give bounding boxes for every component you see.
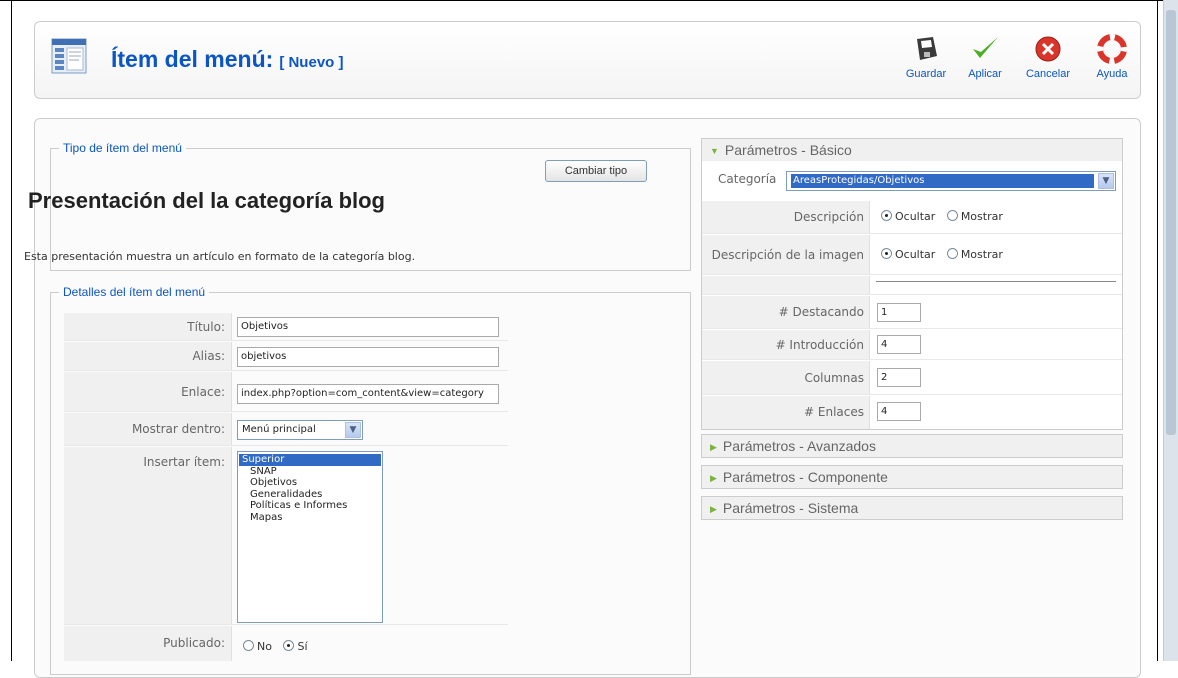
published-radio-group: No Sí <box>243 640 316 653</box>
params-basic-title: Parámetros - Básico <box>724 142 852 158</box>
page-title: Ítem del menú: [ Nuevo ] <box>111 46 343 73</box>
list-item[interactable]: Objetivos <box>238 477 382 489</box>
triangle-down-icon: ▼ <box>710 146 719 156</box>
save-icon <box>896 34 956 64</box>
change-type-button[interactable]: Cambiar tipo <box>545 160 647 182</box>
menu-type-legend: Tipo de ítem del menú <box>63 141 182 155</box>
triangle-right-icon: ▶ <box>710 504 717 514</box>
leading-input[interactable]: 1 <box>877 303 921 322</box>
alias-row: Alias: objetivos <box>64 342 508 371</box>
description-show-label: Mostrar <box>960 210 1003 223</box>
links-input[interactable]: 4 <box>877 402 921 421</box>
title-row: Título: Objetivos <box>64 313 508 341</box>
description-hide-label: Ocultar <box>895 210 936 223</box>
params-advanced-title: Parámetros - Avanzados <box>722 438 876 454</box>
leading-label: # Destacando <box>702 296 870 328</box>
details-legend: Detalles del ítem del menú <box>63 285 206 299</box>
params-advanced-header[interactable]: ▶ Parámetros - Avanzados <box>701 434 1123 458</box>
spacer-row <box>702 276 1122 295</box>
list-item[interactable]: Superior <box>239 454 381 466</box>
desc-image-radio-group: Ocultar Mostrar <box>881 248 1011 261</box>
published-yes-radio[interactable] <box>283 640 295 651</box>
help-lifebuoy-icon <box>1082 34 1142 64</box>
list-item[interactable]: SNAP <box>238 466 382 478</box>
menu-item-icon <box>51 38 87 74</box>
alias-label: Alias: <box>64 342 232 370</box>
display-in-select[interactable]: Menú principal ▼ <box>237 420 363 440</box>
apply-button[interactable]: Aplicar <box>955 34 1015 80</box>
columns-label: Columnas <box>702 361 870 394</box>
category-value: AreasProtegidas/Objetivos <box>791 174 1094 188</box>
description-radio-group: Ocultar Mostrar <box>881 210 1011 223</box>
published-no-radio[interactable] <box>243 640 254 651</box>
chevron-down-icon[interactable]: ▼ <box>345 422 361 438</box>
window-frame-right <box>1157 0 1158 661</box>
display-in-row: Mostrar dentro: Menú principal ▼ <box>64 413 508 446</box>
display-in-value: Menú principal <box>242 424 316 435</box>
cancel-button[interactable]: Cancelar <box>1018 34 1078 80</box>
divider <box>876 281 1116 282</box>
list-item[interactable]: Mapas <box>238 512 382 524</box>
link-input[interactable]: index.php?option=com_content&view=catego… <box>237 384 499 404</box>
window-frame-top <box>0 0 1178 1</box>
desc-image-label: Descripción de la imagen <box>702 235 870 274</box>
params-system-title: Parámetros - Sistema <box>722 500 859 516</box>
toolbar: Ítem del menú:[ Nuevo ] Guardar Aplicar … <box>34 21 1141 99</box>
columns-row: Columnas 2 <box>702 361 1122 395</box>
desc-image-hide-label: Ocultar <box>895 248 936 261</box>
window-frame-left <box>11 0 12 661</box>
cancel-icon <box>1018 34 1078 64</box>
params-basic-header[interactable]: ▼ Parámetros - Básico <box>701 138 1123 162</box>
category-row: Categoría AreasProtegidas/Objetivos ▼ <box>702 161 1122 200</box>
description-hide-radio[interactable] <box>881 210 892 221</box>
spacer-label <box>702 276 870 294</box>
published-label: Publicado: <box>64 626 232 661</box>
parent-listbox[interactable]: Superior SNAP Objetivos Generalidades Po… <box>237 451 383 623</box>
page-title-status: [ Nuevo ] <box>279 54 344 71</box>
description-label: Descripción <box>702 201 870 233</box>
page-title-text: Ítem del menú: <box>111 46 274 72</box>
parent-label: Insertar ítem: <box>64 447 232 624</box>
columns-input[interactable]: 2 <box>877 368 921 387</box>
published-no-label: No <box>257 640 272 653</box>
layout-title: Presentación del la categoría blog <box>28 188 385 213</box>
list-item[interactable]: Generalidades <box>238 489 382 501</box>
title-input[interactable]: Objetivos <box>237 317 499 337</box>
published-yes-label: Sí <box>297 640 308 653</box>
cancel-label: Cancelar <box>1025 68 1071 80</box>
params-component-header[interactable]: ▶ Parámetros - Componente <box>701 465 1123 489</box>
save-label: Guardar <box>905 68 947 80</box>
description-show-radio[interactable] <box>946 210 958 221</box>
params-component-title: Parámetros - Componente <box>722 469 888 485</box>
params-system-header[interactable]: ▶ Parámetros - Sistema <box>701 496 1123 520</box>
apply-check-icon <box>955 34 1015 64</box>
alias-input[interactable]: objetivos <box>237 347 499 367</box>
layout-description: Esta presentación muestra un artículo en… <box>24 250 416 263</box>
desc-image-show-radio[interactable] <box>946 248 958 259</box>
display-in-label: Mostrar dentro: <box>64 413 232 445</box>
triangle-right-icon: ▶ <box>710 442 717 452</box>
scrollbar-thumb[interactable] <box>1166 10 1176 435</box>
link-row: Enlace: index.php?option=com_content&vie… <box>64 372 508 412</box>
leading-row: # Destacando 1 <box>702 296 1122 329</box>
title-label: Título: <box>64 313 232 340</box>
link-label: Enlace: <box>64 372 232 411</box>
save-button[interactable]: Guardar <box>896 34 956 80</box>
intro-row: # Introducción 4 <box>702 330 1122 360</box>
list-item[interactable]: Políticas e Informes <box>238 500 382 512</box>
desc-image-show-label: Mostrar <box>960 248 1003 261</box>
links-row: # Enlaces 4 <box>702 396 1122 429</box>
category-label: Categoría <box>718 172 777 186</box>
triangle-right-icon: ▶ <box>710 473 717 483</box>
apply-label: Aplicar <box>968 68 1002 80</box>
help-button[interactable]: Ayuda <box>1082 34 1142 80</box>
intro-label: # Introducción <box>702 330 870 359</box>
help-label: Ayuda <box>1096 68 1128 80</box>
desc-image-hide-radio[interactable] <box>881 248 892 259</box>
links-label: # Enlaces <box>702 396 870 429</box>
intro-input[interactable]: 4 <box>877 335 921 354</box>
category-select[interactable]: AreasProtegidas/Objetivos ▼ <box>786 171 1116 191</box>
chevron-down-icon[interactable]: ▼ <box>1098 173 1114 189</box>
params-basic-body: Categoría AreasProtegidas/Objetivos ▼ De… <box>701 161 1123 430</box>
